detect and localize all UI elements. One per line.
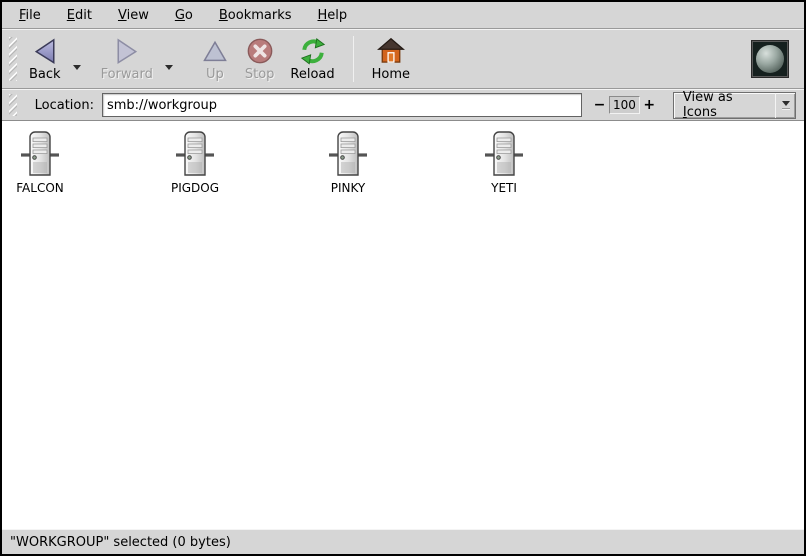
home-button-label: Home <box>372 67 410 82</box>
location-label: Location: <box>35 98 94 113</box>
forward-arrow-icon <box>113 37 141 65</box>
back-history-dropdown[interactable] <box>69 57 85 77</box>
menu-edit[interactable]: Edit <box>54 4 105 27</box>
reload-button[interactable]: Reload <box>282 33 342 85</box>
home-button[interactable]: Home <box>364 33 418 85</box>
server-item-label: PINKY <box>331 181 366 195</box>
menu-help-accel: H <box>318 8 328 23</box>
menu-view[interactable]: View <box>105 4 162 27</box>
menu-view-accel: V <box>118 8 127 23</box>
zoom-level-indicator: 100 <box>609 96 640 114</box>
server-item-falcon[interactable]: FALCON <box>12 131 68 195</box>
file-manager-window: File Edit View Go Bookmarks Help Back Fo… <box>0 0 806 556</box>
back-arrow-icon <box>31 37 59 65</box>
view-as-label: View as Icons <box>683 90 766 120</box>
location-input[interactable] <box>102 93 582 117</box>
menu-go-label-rest: o <box>185 8 193 23</box>
stop-icon <box>246 37 274 65</box>
chevron-down-icon <box>782 101 790 106</box>
menu-go[interactable]: Go <box>162 4 206 27</box>
combo-arrow-bar <box>782 108 790 110</box>
combo-arrow-icon <box>776 101 795 110</box>
chevron-down-icon <box>165 65 173 70</box>
status-bar: "WORKGROUP" selected (0 bytes) <box>2 529 804 554</box>
network-server-icon <box>484 131 524 177</box>
menu-bookmarks-accel: B <box>219 8 228 23</box>
menu-edit-label-rest: dit <box>75 8 92 23</box>
up-button-label: Up <box>206 67 224 82</box>
forward-button-label: Forward <box>101 67 153 82</box>
home-icon <box>377 37 405 65</box>
throbber <box>752 41 788 77</box>
back-button-label: Back <box>29 67 61 82</box>
server-item-pinky[interactable]: PINKY <box>320 131 376 195</box>
back-button[interactable]: Back <box>21 33 69 85</box>
content-area[interactable]: FALCON PIGDOG PINKY YETI <box>2 121 804 529</box>
location-bar: Location: − 100 + View as Icons <box>2 89 804 121</box>
server-item-label: YETI <box>491 181 517 195</box>
network-server-icon <box>175 131 215 177</box>
reload-button-label: Reload <box>290 67 334 82</box>
menu-help[interactable]: Help <box>305 4 361 27</box>
server-item-yeti[interactable]: YETI <box>476 131 532 195</box>
menu-view-label-rest: iew <box>127 8 149 23</box>
zoom-out-button[interactable]: − <box>592 95 607 115</box>
server-item-pigdog[interactable]: PIGDOG <box>167 131 223 195</box>
view-as-dropdown[interactable]: View as Icons <box>673 92 796 119</box>
stop-button-label: Stop <box>245 67 275 82</box>
toolbar-drag-handle[interactable] <box>9 37 17 81</box>
menu-bookmarks-label-rest: ookmarks <box>228 8 292 23</box>
location-bar-drag-handle[interactable] <box>9 94 17 116</box>
up-button[interactable]: Up <box>193 33 237 85</box>
menu-edit-accel: E <box>67 8 75 23</box>
server-item-label: PIGDOG <box>171 181 219 195</box>
menu-go-accel: G <box>175 8 185 23</box>
status-text: "WORKGROUP" selected (0 bytes) <box>10 535 231 550</box>
throbber-sphere-icon <box>756 45 784 73</box>
chevron-down-icon <box>73 65 81 70</box>
forward-button[interactable]: Forward <box>93 33 161 85</box>
up-arrow-icon <box>201 37 229 65</box>
toolbar: Back Forward Up Stop <box>2 29 804 89</box>
network-server-icon <box>328 131 368 177</box>
view-as-label-post: cons <box>687 105 717 120</box>
network-server-icon <box>20 131 60 177</box>
forward-history-dropdown[interactable] <box>161 57 177 77</box>
view-as-label-pre: View as <box>683 90 733 105</box>
menu-bar: File Edit View Go Bookmarks Help <box>2 2 804 29</box>
server-item-label: FALCON <box>16 181 64 195</box>
menu-bookmarks[interactable]: Bookmarks <box>206 4 305 27</box>
reload-icon <box>299 37 327 65</box>
toolbar-separator <box>353 36 354 82</box>
menu-help-label-rest: elp <box>327 8 347 23</box>
stop-button[interactable]: Stop <box>237 33 283 85</box>
zoom-in-button[interactable]: + <box>642 95 657 115</box>
menu-file[interactable]: File <box>6 4 54 27</box>
menu-file-label-rest: ile <box>26 8 41 23</box>
